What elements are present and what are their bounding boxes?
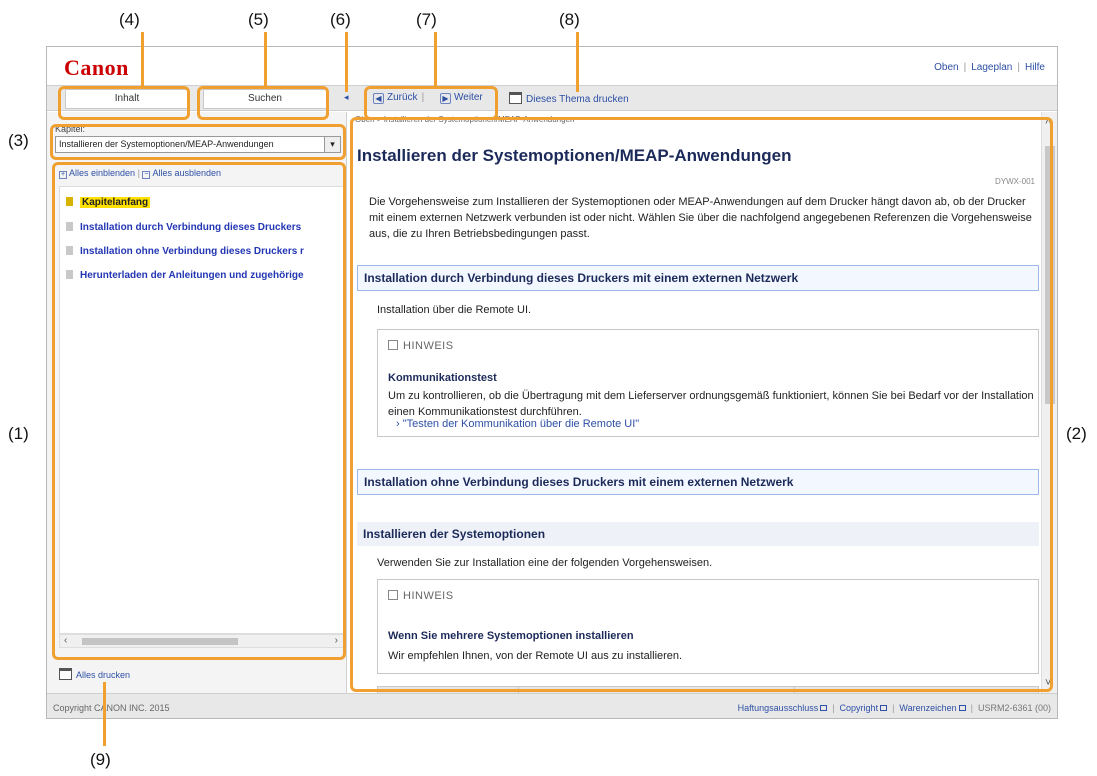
- note-box: HINWEIS Kommunikationstest Um zu kontrol…: [377, 329, 1039, 437]
- intro-text: Die Vorgehensweise zum Installieren der …: [369, 196, 1032, 240]
- callout-6: (6): [330, 10, 351, 29]
- expand-all-icon: +: [59, 171, 67, 179]
- toc-item-install-without-network[interactable]: Installation ohne Verbindung dieses Druc…: [66, 246, 304, 257]
- callout-5: (5): [248, 10, 269, 29]
- note-body: Wir empfehlen Ihnen, von der Remote UI a…: [388, 650, 683, 662]
- chapter-select[interactable]: Installieren der Systemoptionen/MEAP-Anw…: [55, 136, 341, 153]
- scroll-thumb[interactable]: [82, 638, 238, 645]
- scroll-left-icon[interactable]: ‹: [64, 635, 67, 646]
- note-body: Um zu kontrollieren, ob die Übertragung …: [388, 390, 1034, 418]
- header-bar: Canon Oben | Lageplan | Hilfe: [47, 47, 1057, 85]
- callout-leader-5: [264, 32, 267, 86]
- page-icon: [66, 222, 73, 231]
- collapse-sidebar-icon[interactable]: ◂: [344, 92, 349, 103]
- back-arrow-icon: ◀: [373, 93, 384, 104]
- manual-code: USRM2-6361 (00): [977, 703, 1051, 713]
- note-label: HINWEIS: [388, 340, 454, 352]
- toc-tree: Kapitelanfang Installation durch Verbind…: [59, 186, 345, 634]
- printer-icon: [59, 668, 72, 680]
- scroll-down-icon[interactable]: ˅: [1045, 677, 1051, 689]
- link-trademarks[interactable]: Warenzeichen: [899, 703, 966, 713]
- help-window: Canon Oben | Lageplan | Hilfe Inhalt Suchen …: [46, 46, 1058, 719]
- footer: Copyright CANON INC. 2015 Haftungsaussch…: [47, 693, 1057, 718]
- callout-leader-8: [576, 32, 579, 92]
- callout-4: (4): [119, 10, 140, 29]
- copyright-text: Copyright CANON INC. 2015: [53, 703, 170, 713]
- callout-7: (7): [416, 10, 437, 29]
- sidebar: Kapitel: Installieren der Systemoptionen…: [47, 112, 347, 693]
- pencil-icon: [388, 590, 398, 600]
- back-button[interactable]: ◀ Zurück |: [373, 92, 424, 104]
- note-link-test-communication[interactable]: › "Testen der Kommunikation über die Rem…: [396, 418, 639, 430]
- breadcrumb[interactable]: Oben > Installieren der Systemoptionen/M…: [355, 115, 574, 124]
- page-icon: [66, 270, 73, 279]
- content-pane: Oben > Installieren der Systemoptionen/M…: [349, 112, 1041, 693]
- horizontal-scrollbar[interactable]: ‹ ›: [59, 634, 345, 648]
- callout-leader-7: [434, 32, 437, 86]
- canon-logo: Canon: [64, 55, 129, 80]
- chevron-down-icon[interactable]: ▾: [324, 137, 340, 152]
- tab-toolbar: Inhalt Suchen ◂ ◀ Zurück | ▶ Weiter Dieses …: [47, 85, 1057, 111]
- toc-item-install-with-network[interactable]: Installation durch Verbindung dieses Dru…: [66, 222, 301, 233]
- print-all-button[interactable]: Alles drucken: [59, 668, 130, 680]
- scroll-thumb[interactable]: [1045, 146, 1055, 404]
- note-title: Wenn Sie mehrere Systemoptionen installi…: [388, 630, 634, 642]
- scroll-right-icon[interactable]: ›: [335, 635, 338, 646]
- vertical-scrollbar[interactable]: ˄ ˅: [1041, 112, 1057, 693]
- callout-leader-6: [345, 32, 348, 92]
- link-disclaimer[interactable]: Haftungsausschluss: [738, 703, 828, 713]
- collapse-all-link[interactable]: Alles ausblenden: [152, 168, 221, 178]
- toc-item-chapter-start[interactable]: Kapitelanfang: [66, 197, 151, 208]
- printer-icon: [509, 92, 522, 104]
- link-help[interactable]: Hilfe: [1025, 62, 1045, 73]
- toc-item-download-manuals[interactable]: Herunterladen der Anleitungen und zugehö…: [66, 270, 304, 281]
- page-icon: [66, 197, 73, 206]
- external-window-icon: [880, 705, 888, 711]
- section-heading-with-network: Installation durch Verbindung dieses Dru…: [357, 265, 1039, 291]
- forward-button[interactable]: ▶ Weiter: [440, 92, 483, 104]
- table-header: [377, 686, 1039, 693]
- note-title: Kommunikationstest: [388, 372, 497, 384]
- expand-collapse-row: + Alles einblenden | − Alles ausblenden: [59, 168, 221, 179]
- callout-2: (2): [1066, 424, 1087, 443]
- chapter-label: Kapitel:: [55, 124, 86, 134]
- link-top[interactable]: Oben: [934, 62, 958, 73]
- chevron-right-icon: ›: [396, 418, 403, 430]
- doc-id: DYWX-001: [994, 177, 1035, 186]
- link-sitemap[interactable]: Lageplan: [971, 62, 1012, 73]
- subsection-heading: Installieren der Systemoptionen: [357, 522, 1039, 546]
- callout-9: (9): [90, 750, 111, 769]
- callout-leader-9: [103, 682, 106, 746]
- print-topic-button[interactable]: Dieses Thema drucken: [509, 92, 629, 105]
- collapse-all-icon: −: [142, 171, 151, 179]
- footer-links: Haftungsausschluss | Copyright | Warenzeiche…: [737, 703, 1051, 713]
- section-text: Verwenden Sie zur Installation eine der …: [377, 557, 713, 569]
- tab-search[interactable]: Suchen: [203, 89, 327, 109]
- forward-arrow-icon: ▶: [440, 93, 451, 104]
- tab-contents[interactable]: Inhalt: [65, 89, 189, 109]
- section-text: Installation über die Remote UI.: [377, 304, 532, 316]
- external-window-icon: [820, 705, 828, 711]
- expand-all-link[interactable]: Alles einblenden: [69, 168, 135, 178]
- link-copyright[interactable]: Copyright: [840, 703, 888, 713]
- section-heading-without-network: Installation ohne Verbindung dieses Druc…: [357, 469, 1039, 495]
- callout-1: (1): [8, 424, 29, 443]
- pencil-icon: [388, 340, 398, 350]
- scroll-up-icon[interactable]: ˄: [1045, 116, 1051, 128]
- callout-leader-4: [141, 32, 144, 86]
- callout-3: (3): [8, 131, 29, 150]
- page-icon: [66, 246, 73, 255]
- note-label: HINWEIS: [388, 590, 454, 602]
- callout-8: (8): [559, 10, 580, 29]
- page-title: Installieren der Systemoptionen/MEAP-Anw…: [357, 146, 792, 165]
- header-links: Oben | Lageplan | Hilfe: [934, 62, 1045, 73]
- note-box: HINWEIS Wenn Sie mehrere Systemoptionen …: [377, 579, 1039, 674]
- external-window-icon: [958, 705, 966, 711]
